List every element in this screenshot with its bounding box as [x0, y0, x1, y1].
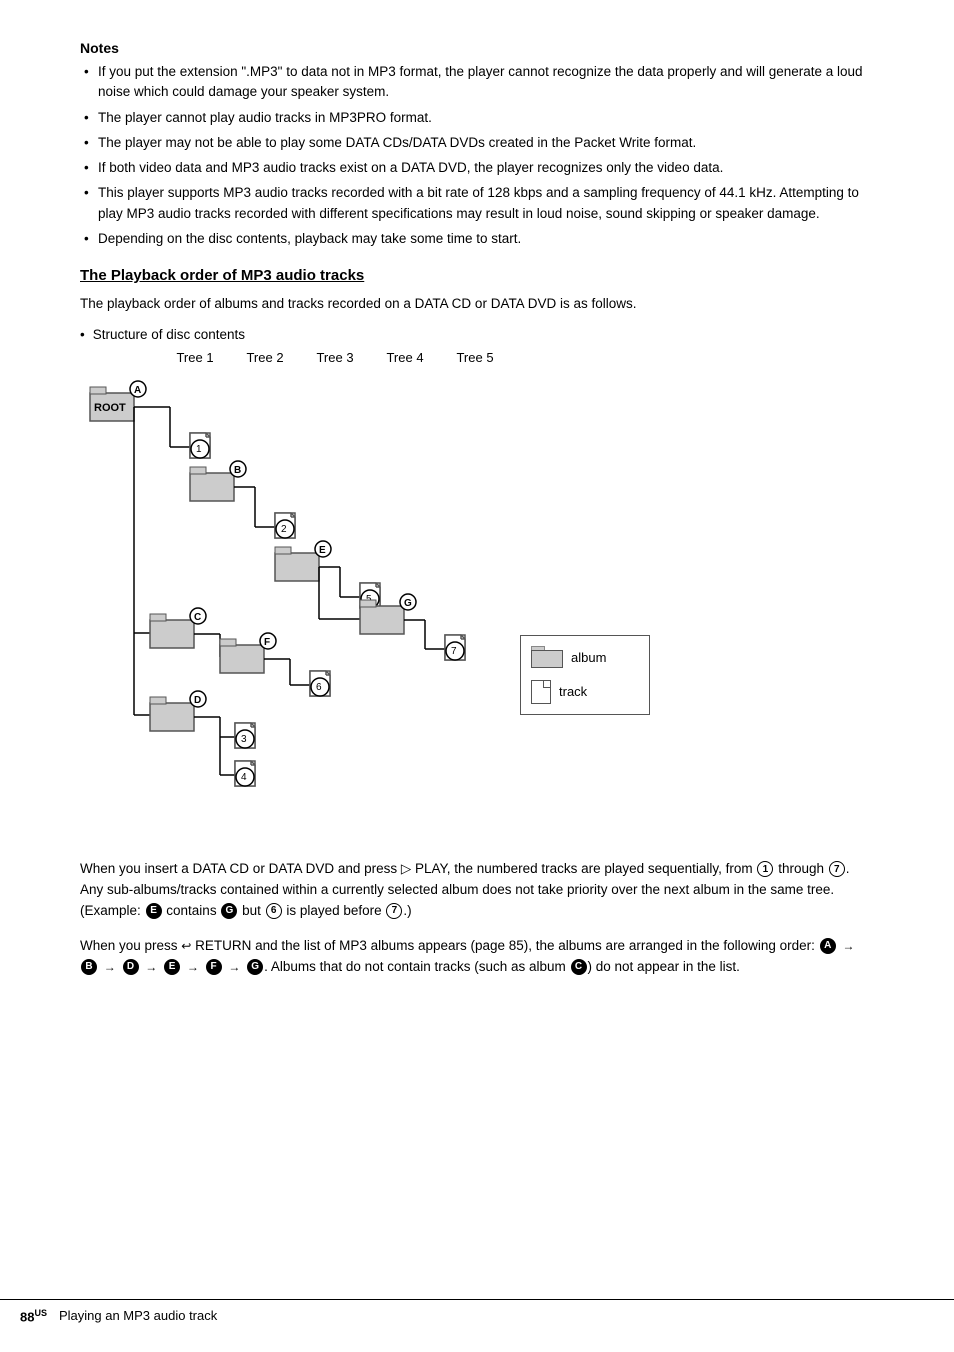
notes-heading: Notes	[80, 40, 874, 56]
legend-track-label: track	[559, 684, 587, 699]
svg-text:E: E	[319, 545, 326, 556]
tree-label-3: Tree 3	[300, 350, 370, 365]
tree-diagram: ROOT A 1	[80, 375, 660, 835]
tree-labels: Tree 1 Tree 2 Tree 3 Tree 4 Tree 5	[160, 350, 874, 365]
svg-text:D: D	[194, 695, 201, 706]
legend-track-icon	[531, 680, 551, 704]
legend-album-icon	[531, 646, 563, 670]
note-item-6: Depending on the disc contents, playback…	[80, 229, 874, 249]
page: Notes If you put the extension ".MP3" to…	[0, 0, 954, 1352]
diagram-container: ROOT A 1	[80, 375, 660, 835]
svg-text:1: 1	[196, 444, 202, 455]
svg-text:7: 7	[451, 646, 457, 657]
note-item-5: This player supports MP3 audio tracks re…	[80, 183, 874, 224]
note-item-4: If both video data and MP3 audio tracks …	[80, 158, 874, 178]
note-item-1: If you put the extension ".MP3" to data …	[80, 62, 874, 103]
note-item-2: The player cannot play audio tracks in M…	[80, 108, 874, 128]
paragraph-2: When you press ↩ RETURN and the list of …	[80, 936, 874, 978]
tree-label-1: Tree 1	[160, 350, 230, 365]
structure-label-text: Structure of disc contents	[93, 327, 245, 342]
svg-text:B: B	[234, 465, 241, 476]
legend: album track	[520, 635, 650, 715]
section-heading: The Playback order of MP3 audio tracks	[80, 267, 874, 284]
svg-text:3: 3	[241, 734, 247, 745]
svg-text:A: A	[134, 385, 141, 396]
svg-text:C: C	[194, 612, 201, 623]
page-footer: 88US Playing an MP3 audio track	[0, 1299, 954, 1332]
legend-album-label: album	[571, 650, 606, 665]
page-number: 88US	[20, 1308, 47, 1324]
svg-text:G: G	[404, 598, 412, 609]
tree-label-4: Tree 4	[370, 350, 440, 365]
tree-label-2: Tree 2	[230, 350, 300, 365]
svg-text:4: 4	[241, 772, 247, 783]
tree-label-5: Tree 5	[440, 350, 510, 365]
notes-list: If you put the extension ".MP3" to data …	[80, 62, 874, 249]
svg-text:ROOT: ROOT	[94, 402, 126, 414]
svg-text:6: 6	[316, 682, 322, 693]
note-item-3: The player may not be able to play some …	[80, 133, 874, 153]
paragraph-1: When you insert a DATA CD or DATA DVD an…	[80, 859, 874, 922]
notes-section: Notes If you put the extension ".MP3" to…	[80, 40, 874, 249]
svg-text:F: F	[264, 637, 270, 648]
legend-album-item: album	[531, 646, 629, 670]
legend-track-item: track	[531, 680, 629, 704]
section-intro: The playback order of albums and tracks …	[80, 294, 874, 315]
svg-text:2: 2	[281, 524, 287, 535]
structure-label: Structure of disc contents	[80, 327, 874, 342]
footer-text: Playing an MP3 audio track	[59, 1308, 217, 1323]
diagram-area: ROOT A 1	[80, 375, 874, 835]
